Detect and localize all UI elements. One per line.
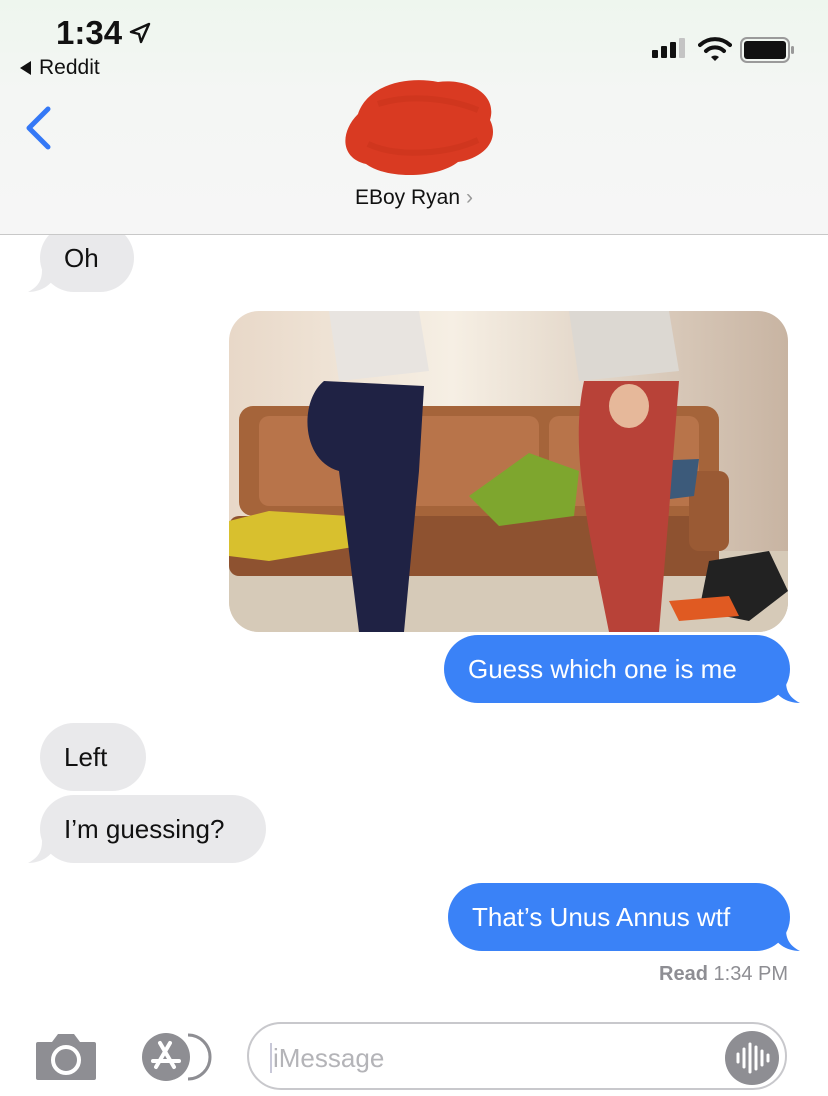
wifi-icon <box>698 37 732 61</box>
message-bubble-sent[interactable]: Guess which one is me <box>444 635 790 703</box>
back-app-label: Reddit <box>39 56 100 79</box>
message-text: I’m guessing? <box>64 814 225 844</box>
contact-name-button[interactable]: EBoy Ryan › <box>0 186 828 210</box>
photo-two-people-by-couch-icon <box>229 311 788 632</box>
message-bubble-received[interactable]: Left <box>40 723 146 791</box>
location-arrow-icon <box>129 22 151 44</box>
audio-record-icon[interactable] <box>725 1031 779 1085</box>
message-text: Guess which one is me <box>468 654 737 684</box>
message-text: Left <box>64 742 108 772</box>
bubble-tail <box>770 929 800 951</box>
read-time: 1:34 PM <box>713 963 788 985</box>
battery-icon <box>740 37 794 63</box>
imessage-placeholder: iMessage <box>269 1043 385 1073</box>
read-label: Read <box>659 963 708 985</box>
message-text: That’s Unus Annus wtf <box>472 902 731 932</box>
contact-avatar-redacted[interactable] <box>338 74 498 180</box>
camera-icon[interactable] <box>34 1030 98 1082</box>
photo-message[interactable] <box>229 311 788 632</box>
chevron-right-icon: › <box>466 186 474 209</box>
back-triangle-icon <box>20 61 31 75</box>
message-text: Oh <box>64 243 99 273</box>
status-time: 1:34 <box>56 14 123 51</box>
message-bubble-sent[interactable]: That’s Unus Annus wtf <box>448 883 790 951</box>
back-to-app-link[interactable]: Reddit <box>20 56 100 80</box>
read-receipt: Read 1:34 PM <box>659 963 788 986</box>
back-chevron-icon[interactable] <box>24 106 52 150</box>
cellular-signal-icon <box>652 38 685 58</box>
message-bubble-received[interactable]: I’m guessing? <box>40 795 266 863</box>
bubble-tail <box>28 270 58 292</box>
contact-name: EBoy Ryan <box>354 186 461 209</box>
bubble-tail <box>770 681 800 703</box>
conversation-header: 1:34 Reddit EBoy Ryan › <box>0 0 828 235</box>
bubble-tail <box>28 841 58 863</box>
imessage-input[interactable]: iMessage <box>247 1022 787 1090</box>
app-store-icon[interactable] <box>140 1031 212 1083</box>
